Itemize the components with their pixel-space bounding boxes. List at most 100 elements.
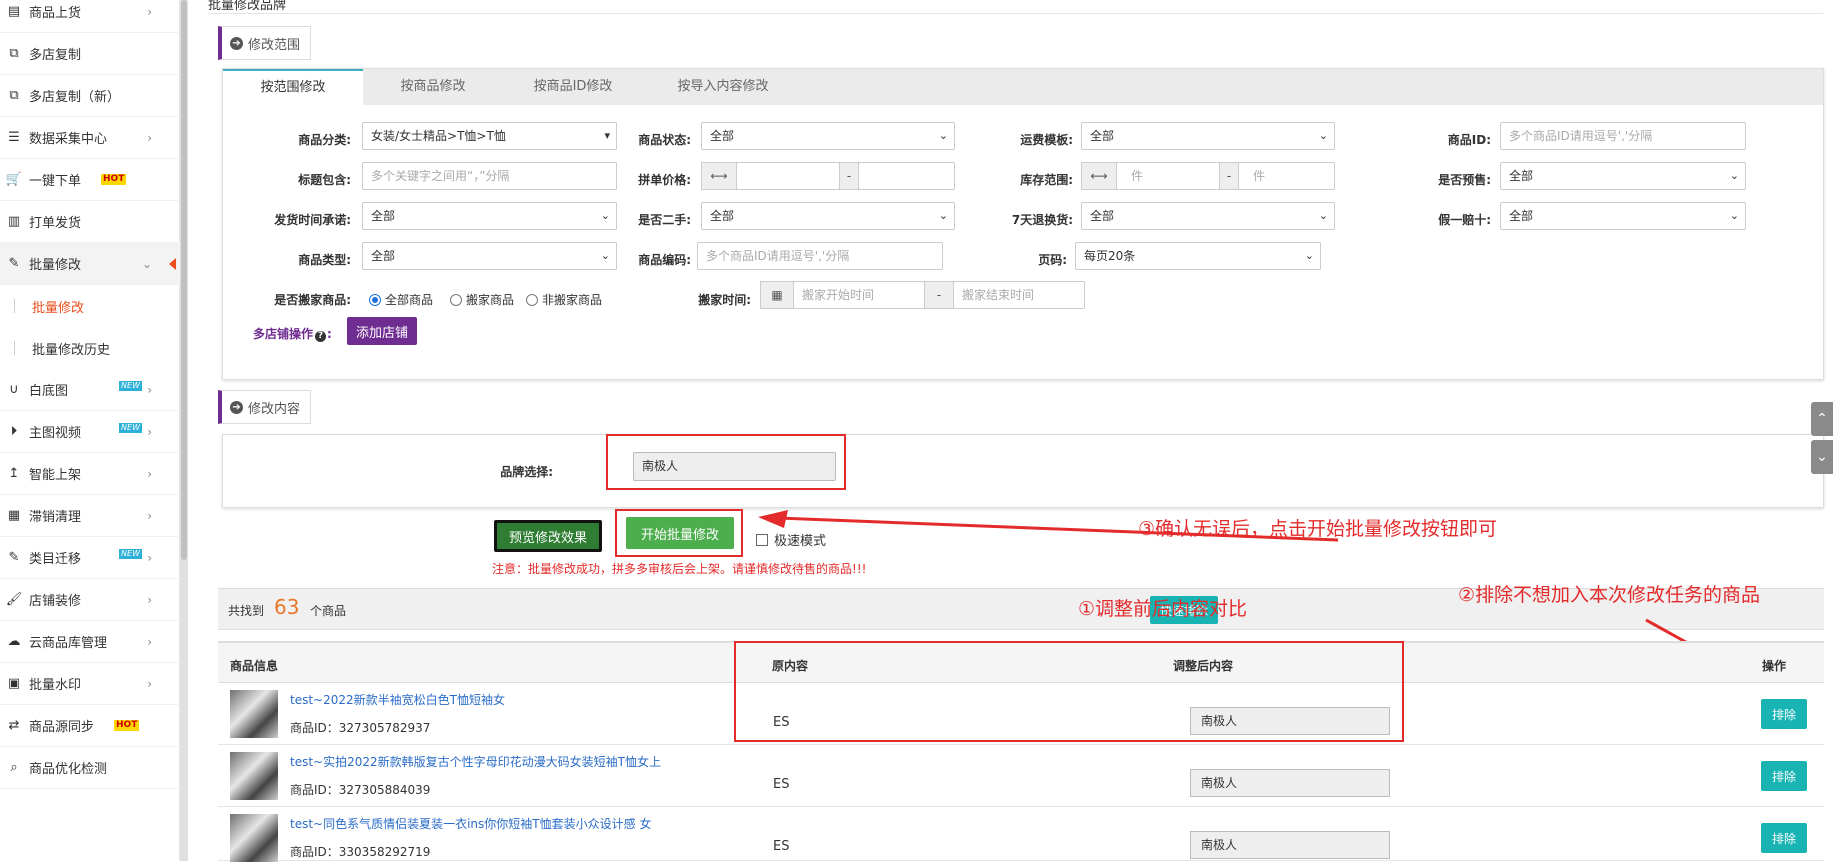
sidebar-item-slow-clear[interactable]: ▦ 滞销清理 ›: [0, 495, 180, 537]
second-hand-select[interactable]: 全部 ⌄: [701, 202, 955, 230]
sidebar-subitem-batch-edit[interactable]: 批量修改: [0, 285, 180, 327]
radio-unchecked[interactable]: [526, 293, 538, 306]
goods-type-value: 全部: [371, 249, 396, 263]
tab-goodsid-edit[interactable]: 按商品ID修改: [503, 69, 643, 105]
sidebar-item-batch-watermark[interactable]: ▣ 批量水印 ›: [0, 663, 180, 705]
product-id-value: 330358292719: [338, 845, 431, 859]
radio-checked[interactable]: [369, 293, 381, 306]
hot-badge: HOT: [101, 174, 127, 185]
start-batch-button[interactable]: 开始批量修改: [626, 517, 734, 549]
sidebar-item-source-sync[interactable]: ⇄ 商品源同步 HOT: [0, 705, 180, 747]
goods-type-select[interactable]: 全部 ⌄: [362, 242, 617, 270]
ship-time-select[interactable]: 全部 ⌄: [362, 202, 617, 230]
add-store-button[interactable]: 添加店铺: [347, 317, 417, 345]
status-value: 全部: [710, 129, 735, 143]
chevron-right-icon: ›: [147, 130, 152, 145]
sidebar-item-category-migrate[interactable]: ✎ 类目迁移 NEW ›: [0, 537, 180, 579]
sidebar-item-multi-store-copy-new[interactable]: ⧉ 多店复制（新）: [0, 75, 180, 117]
product-thumbnail[interactable]: [230, 752, 278, 800]
exclude-button[interactable]: 排除: [1761, 699, 1807, 729]
sidebar-item-smart-listing[interactable]: ↥ 智能上架 ›: [0, 453, 180, 495]
second-hand-value: 全部: [710, 209, 735, 223]
sidebar-item-label: 打单发货: [29, 216, 82, 231]
chevron-right-icon: ›: [147, 592, 152, 607]
second-hand-label: 是否二手:: [638, 213, 691, 227]
page-size-value: 每页20条: [1084, 249, 1136, 263]
new-badge: NEW: [119, 381, 142, 391]
stock-max-input[interactable]: 件: [1238, 162, 1335, 190]
chevron-down-icon: ⌄: [1304, 249, 1314, 262]
annotation-3: ③确认无误后，点击开始批量修改按钮即可: [1138, 518, 1498, 540]
chevron-right-icon: ›: [147, 676, 152, 691]
preview-button[interactable]: 预览修改效果: [494, 520, 602, 552]
tab-import-edit[interactable]: 按导入内容修改: [643, 69, 803, 105]
scrollbar-thumb[interactable]: [181, 0, 187, 560]
after-value-input[interactable]: 南极人: [1190, 831, 1390, 859]
sidebar-item-data-collection[interactable]: ☰ 数据采集中心 ›: [0, 117, 180, 159]
sidebar-item-cloud-library[interactable]: ☁ 云商品库管理 ›: [0, 621, 180, 663]
product-title-link[interactable]: test~同色系气质情侣装夏装一衣ins你你短袖T恤套装小众设计感 女: [290, 815, 651, 832]
status-select[interactable]: 全部 ⌄: [701, 122, 955, 150]
sidebar-item-print-ship[interactable]: ▥ 打单发货: [0, 201, 180, 243]
category-select[interactable]: 女装/女士精品>T恤>T恤 ▾: [362, 122, 617, 150]
sidebar-subitem-label: 批量修改: [32, 300, 85, 316]
content-panel: 品牌选择: 南极人: [222, 434, 1824, 508]
sidebar-item-label: 批量水印: [29, 678, 82, 693]
chevron-right-icon: ›: [147, 634, 152, 649]
stock-min-input[interactable]: 件: [1116, 162, 1220, 190]
content-section-title: 修改内容: [248, 401, 301, 417]
scroll-down-icon[interactable]: ⌄: [1811, 440, 1833, 474]
goods-type-label: 商品类型:: [298, 253, 351, 267]
product-id-prefix: 商品ID：: [290, 721, 339, 735]
tab-range-edit[interactable]: 按范围修改: [223, 69, 363, 105]
title-contains-input[interactable]: 多个关键字之间用“，”分隔: [362, 162, 617, 190]
price-max-input[interactable]: [858, 162, 955, 190]
presale-select[interactable]: 全部 ⌄: [1500, 162, 1746, 190]
radio-unchecked[interactable]: [450, 293, 462, 306]
scroll-up-icon[interactable]: ⌃: [1811, 402, 1833, 436]
calendar-icon: ▦: [760, 281, 794, 309]
sidebar-item-shop-decor[interactable]: 🖌 店铺装修 ›: [0, 579, 180, 621]
product-title-link[interactable]: test~实拍2022新款韩版复古个性字母印花动漫大码女装短袖T恤女上: [290, 753, 661, 770]
chevron-right-icon: ›: [147, 4, 152, 19]
sidebar-item-goods-upload[interactable]: ▤ 商品上货 ›: [0, 0, 180, 33]
freight-label: 运费模板:: [1020, 133, 1073, 147]
sidebar-item-batch-edit[interactable]: ✎ 批量修改 ⌄: [0, 243, 180, 285]
goodsid-input[interactable]: 多个商品ID请用逗号','分隔: [1500, 122, 1746, 150]
move-start-input[interactable]: 搬家开始时间: [793, 281, 925, 309]
sidebar-item-label: 数据采集中心: [29, 132, 108, 147]
sidebar-item-main-video[interactable]: ⏵ 主图视频 NEW ›: [0, 411, 180, 453]
sidebar-item-label: 智能上架: [29, 468, 82, 483]
return-select[interactable]: 全部 ⌄: [1081, 202, 1335, 230]
tree-line: [14, 341, 15, 355]
sidebar-item-one-click-order[interactable]: 🛒 一键下单 HOT: [0, 159, 180, 201]
sidebar-item-white-background[interactable]: ∪ 白底图 NEW ›: [0, 369, 180, 411]
return-label: 7天退换货:: [1011, 213, 1073, 227]
product-title-link[interactable]: test~2022新款半袖宽松白色T恤短袖女: [290, 691, 505, 708]
sidebar-item-optimize-check[interactable]: ⌕ 商品优化检测: [0, 747, 180, 789]
product-thumbnail[interactable]: [230, 814, 278, 862]
exclude-button[interactable]: 排除: [1761, 761, 1807, 791]
freight-select[interactable]: 全部 ⌄: [1081, 122, 1335, 150]
page-size-select[interactable]: 每页20条 ⌄: [1075, 242, 1321, 270]
sidebar-subitem-batch-edit-history[interactable]: 批量修改历史: [0, 327, 180, 369]
sidebar-item-label: 商品源同步: [29, 720, 95, 735]
goods-code-input[interactable]: 多个商品ID请用逗号','分隔: [697, 242, 943, 270]
exclude-button[interactable]: 排除: [1761, 823, 1807, 853]
tab-goods-edit[interactable]: 按商品修改: [363, 69, 503, 105]
radio-not-moved-goods[interactable]: 非搬家商品: [526, 291, 602, 308]
fake-ten-select[interactable]: 全部 ⌄: [1500, 202, 1746, 230]
help-icon[interactable]: ?: [315, 331, 327, 342]
after-value-input[interactable]: 南极人: [1190, 769, 1390, 797]
radio-moved-goods[interactable]: 搬家商品: [450, 291, 514, 308]
scope-tabs: 按范围修改 按商品修改 按商品ID修改 按导入内容修改: [223, 69, 1823, 105]
product-thumbnail[interactable]: [230, 690, 278, 738]
image-icon: ▣: [7, 676, 21, 691]
sidebar-subitem-label: 批量修改历史: [32, 342, 111, 358]
title-contains-label: 标题包含:: [298, 173, 351, 187]
sidebar-item-multi-store-copy[interactable]: ⧉ 多店复制: [0, 33, 180, 75]
price-min-input[interactable]: [736, 162, 840, 190]
radio-all-goods[interactable]: 全部商品: [369, 291, 433, 308]
move-end-input[interactable]: 搬家结束时间: [953, 281, 1085, 309]
sidebar-scrollbar[interactable]: [180, 0, 188, 861]
